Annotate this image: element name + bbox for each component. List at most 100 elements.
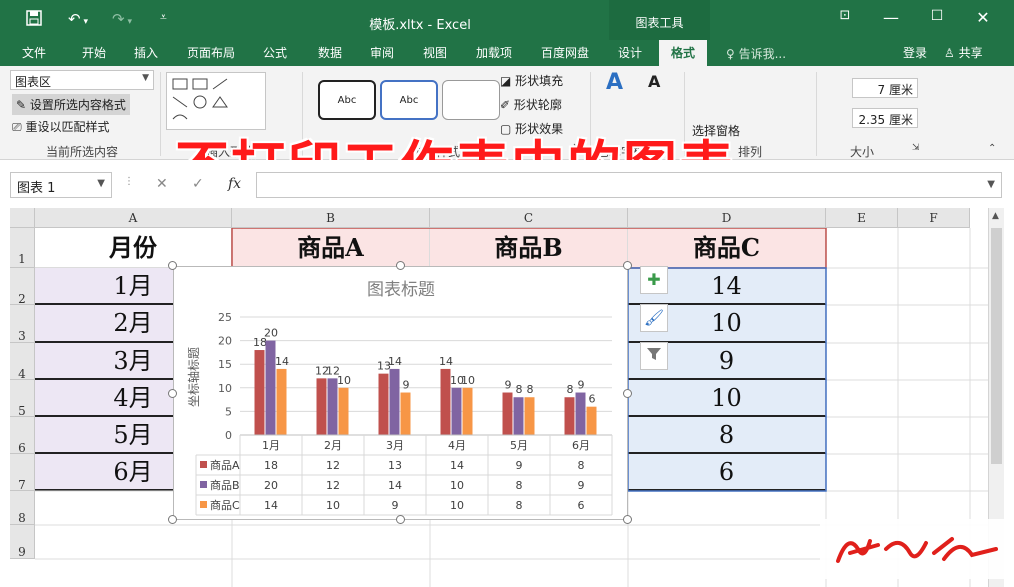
name-box[interactable]: 图表 1 ▼ bbox=[10, 172, 112, 198]
data-label: 9 bbox=[403, 379, 410, 392]
chart-styles-brush-icon[interactable]: 🖌 bbox=[640, 304, 668, 332]
close-icon[interactable]: ✕ bbox=[972, 8, 994, 27]
bar bbox=[254, 350, 265, 435]
legend-label: 商品A bbox=[210, 458, 240, 472]
table-value: 8 bbox=[516, 499, 523, 512]
column-header-e[interactable]: E bbox=[826, 208, 898, 228]
redo-icon[interactable]: ↷ ▾ bbox=[112, 10, 132, 28]
group-label-current-selection: 当前所选内容 bbox=[46, 145, 119, 159]
chart-title[interactable]: 图表标题 bbox=[367, 280, 435, 300]
row-header-9[interactable]: 9 bbox=[10, 525, 35, 559]
reset-to-match-style-button[interactable]: ⎚ 重设以匹配样式 bbox=[12, 118, 109, 135]
minimize-icon[interactable]: — bbox=[880, 8, 902, 27]
data-label: 8 bbox=[516, 383, 523, 396]
resize-handle-top-left[interactable] bbox=[168, 261, 177, 270]
bar bbox=[276, 368, 287, 435]
x-tick-label: 2月 bbox=[324, 439, 342, 452]
shape-outline-button[interactable]: ✐ 形状轮廓 bbox=[500, 96, 562, 113]
row-header-6[interactable]: 6 bbox=[10, 417, 35, 455]
resize-handle-bottom[interactable] bbox=[396, 515, 405, 524]
table-value: 9 bbox=[516, 459, 523, 472]
text-fill-icon[interactable]: A bbox=[648, 72, 660, 91]
resize-handle-left[interactable] bbox=[168, 389, 177, 398]
tab-baidu-netdisk[interactable]: 百度网盘 bbox=[541, 44, 589, 61]
shape-style-swatch-plain[interactable] bbox=[442, 80, 500, 120]
bar bbox=[316, 378, 327, 435]
shape-style-swatch-blue[interactable]: Abc bbox=[380, 80, 438, 120]
insert-function-icon[interactable]: fx bbox=[228, 176, 241, 192]
formula-input[interactable]: ▼ bbox=[256, 172, 1002, 198]
x-tick-label: 3月 bbox=[386, 439, 404, 452]
chart-element-selector[interactable]: 图表区 ▼ bbox=[10, 70, 154, 90]
resize-handle-bottom-right[interactable] bbox=[623, 515, 632, 524]
y-axis-title[interactable]: 坐标轴标题 bbox=[186, 347, 201, 407]
bar bbox=[265, 340, 276, 435]
resize-handle-right[interactable] bbox=[623, 389, 632, 398]
tab-view[interactable]: 视图 bbox=[423, 44, 447, 61]
tab-file[interactable]: 文件 bbox=[22, 44, 46, 61]
row-header-3[interactable]: 3 bbox=[10, 305, 35, 343]
tell-me-search[interactable]: ♀ 告诉我... bbox=[726, 45, 786, 62]
tab-page-layout[interactable]: 页面布局 bbox=[187, 44, 235, 61]
confirm-icon[interactable]: ✓ bbox=[192, 176, 204, 192]
select-all-corner[interactable] bbox=[10, 208, 35, 228]
column-header-a[interactable]: A bbox=[35, 208, 232, 228]
row-header-5[interactable]: 5 bbox=[10, 380, 35, 418]
column-header-b[interactable]: B bbox=[232, 208, 430, 228]
chart-area[interactable]: 图表标题 坐标轴标题 0 5 10 15 20 25 18 20 14 12 12 10 13 14 9 1… bbox=[173, 266, 628, 520]
tab-addins[interactable]: 加载项 bbox=[476, 44, 512, 61]
chart-filter-icon[interactable] bbox=[640, 342, 668, 370]
shape-fill-button[interactable]: ◪ 形状填充 bbox=[500, 72, 563, 89]
tab-data[interactable]: 数据 bbox=[318, 44, 342, 61]
shape-style-swatch-dark[interactable]: Abc bbox=[318, 80, 376, 120]
cancel-icon[interactable]: ✕ bbox=[156, 176, 168, 192]
scrollbar-thumb[interactable] bbox=[991, 228, 1002, 464]
formula-bar: 图表 1 ▼ ⋮ ✕ ✓ fx ▼ bbox=[0, 160, 1014, 208]
bar bbox=[502, 392, 513, 435]
share-button[interactable]: ♙ 共享 bbox=[944, 44, 983, 61]
row-header-4[interactable]: 4 bbox=[10, 343, 35, 381]
column-header-f[interactable]: F bbox=[898, 208, 970, 228]
wordart-quick-styles-icon[interactable]: A bbox=[606, 70, 623, 95]
resize-handle-bottom-left[interactable] bbox=[168, 515, 177, 524]
tab-insert[interactable]: 插入 bbox=[134, 44, 158, 61]
x-tick-label: 6月 bbox=[572, 439, 590, 452]
column-header-d[interactable]: D bbox=[628, 208, 826, 228]
save-icon[interactable] bbox=[26, 10, 42, 30]
row-header-2[interactable]: 2 bbox=[10, 268, 35, 306]
undo-icon[interactable]: ↶ ▾ bbox=[68, 10, 88, 28]
format-selection-button[interactable]: ✎ 设置所选内容格式 bbox=[12, 94, 130, 115]
column-header-c[interactable]: C bbox=[430, 208, 628, 228]
data-label: 9 bbox=[578, 379, 585, 392]
y-tick-label: 25 bbox=[218, 311, 232, 324]
ribbon-display-icon[interactable]: ⊡ bbox=[834, 8, 856, 23]
shape-height-input[interactable]: 7 厘米 bbox=[852, 78, 918, 98]
tab-design[interactable]: 设计 bbox=[618, 44, 642, 61]
maximize-icon[interactable]: ☐ bbox=[926, 8, 948, 24]
y-tick-label: 15 bbox=[218, 358, 232, 371]
legend-key bbox=[200, 461, 207, 468]
row-header-1[interactable]: 1 bbox=[10, 228, 35, 268]
data-label: 10 bbox=[461, 374, 475, 387]
bar bbox=[575, 392, 586, 435]
legend-key bbox=[200, 481, 207, 488]
scroll-up-icon[interactable]: ▲ bbox=[992, 211, 999, 221]
tab-home[interactable]: 开始 bbox=[82, 44, 106, 61]
row-header-7[interactable]: 7 bbox=[10, 454, 35, 492]
tab-format[interactable]: 格式 bbox=[659, 40, 708, 66]
tab-formulas[interactable]: 公式 bbox=[263, 44, 287, 61]
resize-handle-top-right[interactable] bbox=[623, 261, 632, 270]
tab-review[interactable]: 审阅 bbox=[370, 44, 394, 61]
resize-handle-top[interactable] bbox=[396, 261, 405, 270]
quick-access-customize-icon[interactable]: ⩡ bbox=[160, 10, 167, 25]
shape-width-input[interactable]: 2.35 厘米 bbox=[852, 108, 918, 128]
signature-watermark bbox=[820, 519, 1006, 579]
chart-elements-plus-icon[interactable]: ✚ bbox=[640, 266, 668, 294]
bar bbox=[462, 387, 473, 435]
collapse-ribbon-icon[interactable]: ⌃ bbox=[988, 143, 996, 154]
insert-shapes-gallery[interactable] bbox=[166, 72, 266, 130]
bar bbox=[524, 397, 535, 435]
login-link[interactable]: 登录 bbox=[903, 44, 927, 61]
dialog-launcher-icon[interactable]: ⇲ bbox=[912, 143, 920, 153]
row-header-8[interactable]: 8 bbox=[10, 491, 35, 525]
